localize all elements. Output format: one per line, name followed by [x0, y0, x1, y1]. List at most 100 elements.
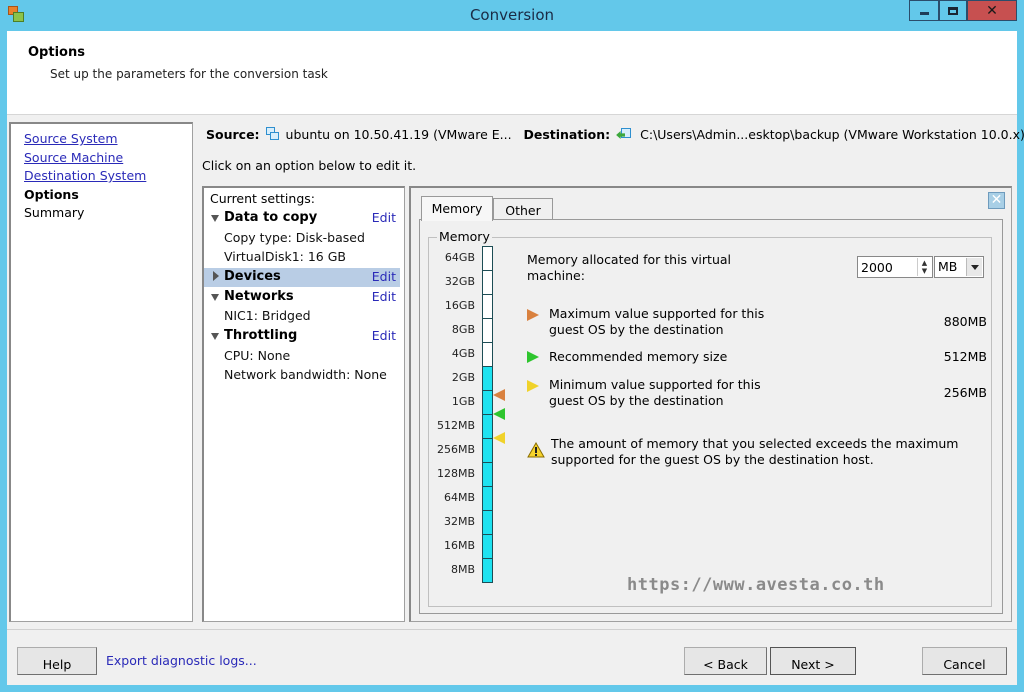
- nav-item-options: Options: [24, 187, 79, 202]
- maximum-marker-icon: [527, 309, 539, 321]
- memory-scale-label: 8GB: [451, 323, 475, 336]
- maximize-icon: [948, 6, 958, 15]
- memory-scale-label: 2GB: [451, 371, 475, 384]
- memory-scale-segment[interactable]: [482, 390, 493, 415]
- memory-size-spinner[interactable]: ▲▼: [857, 256, 933, 278]
- title-bar[interactable]: Conversion ✕: [0, 0, 1024, 31]
- memory-scale-segment[interactable]: [482, 438, 493, 463]
- nav-item-source-machine[interactable]: Source Machine: [24, 150, 123, 165]
- legend-text: Recommended memory size: [549, 349, 728, 364]
- nav-item-source-system[interactable]: Source System: [24, 131, 118, 146]
- memory-scale-label: 64GB: [444, 251, 475, 264]
- memory-scale-label: 256MB: [436, 443, 475, 456]
- source-value: ubuntu on 10.50.41.19 (VMware E...: [285, 127, 512, 142]
- memory-scale-segment[interactable]: [482, 294, 493, 319]
- memory-scale-segment[interactable]: [482, 534, 493, 559]
- expand-triangle-icon[interactable]: [211, 333, 219, 340]
- settings-group-networks[interactable]: Networks Edit: [204, 288, 400, 307]
- memory-tab-content: Memory 64GB 32GB 16GB 8GB 4GB 2GB 1GB 512MB 256M…: [419, 219, 1003, 614]
- memory-scale-segment[interactable]: [482, 486, 493, 511]
- memory-scale-label: 1GB: [451, 395, 475, 408]
- memory-scale-segment[interactable]: [482, 462, 493, 487]
- edit-devices-link[interactable]: Edit: [372, 269, 396, 284]
- memory-scale-segment[interactable]: [482, 510, 493, 535]
- settings-detail-text: VirtualDisk1: 16 GB: [224, 249, 346, 264]
- expand-triangle-icon[interactable]: [211, 294, 219, 301]
- tab-memory[interactable]: Memory: [421, 196, 493, 221]
- settings-detail: Network bandwidth: None: [204, 366, 400, 385]
- legend-value: 880MB: [943, 314, 987, 329]
- settings-detail-text: Network bandwidth: None: [224, 367, 387, 382]
- minimize-button[interactable]: [909, 0, 939, 21]
- memory-scale-segment[interactable]: [482, 318, 493, 343]
- memory-group-label: Memory: [437, 229, 492, 244]
- panel-close-icon[interactable]: ✕: [988, 192, 1005, 209]
- spin-up-down-icon[interactable]: ▲▼: [917, 258, 931, 276]
- spin-arrows-glyph: ▲▼: [921, 259, 928, 275]
- minimum-marker-icon: [493, 432, 505, 444]
- memory-scale-label: 16MB: [443, 539, 475, 552]
- memory-scale-segment[interactable]: [482, 366, 493, 391]
- memory-scale-segment[interactable]: [482, 246, 493, 271]
- current-settings-list: Current settings: Data to copy Edit Copy…: [202, 186, 405, 622]
- memory-scale-segment[interactable]: [482, 558, 493, 583]
- wizard-header: Options Set up the parameters for the co…: [7, 31, 1017, 115]
- nav-item-destination-system[interactable]: Destination System: [24, 168, 146, 183]
- recommended-marker-icon: [527, 351, 539, 363]
- memory-scale-label: 32MB: [443, 515, 475, 528]
- maximize-button[interactable]: [939, 0, 967, 21]
- collapsed-triangle-icon[interactable]: [213, 271, 219, 281]
- settings-group-data-to-copy[interactable]: Data to copy Edit: [204, 209, 400, 228]
- settings-group-label: Throttling: [224, 328, 298, 343]
- settings-group-label: Devices: [224, 269, 281, 284]
- settings-caption-row: Current settings:: [204, 188, 400, 207]
- destination-value: C:\Users\Admin...esktop\backup (VMware W…: [640, 127, 1024, 142]
- memory-size-input[interactable]: [861, 258, 917, 276]
- memory-scale-label: 128MB: [436, 467, 475, 480]
- settings-detail-text: Copy type: Disk-based: [224, 230, 365, 245]
- window-title: Conversion: [469, 6, 555, 24]
- settings-group-label: Data to copy: [224, 210, 318, 225]
- memory-scale-label: 512MB: [436, 419, 475, 432]
- legend-text: Maximum value supported for this guest O…: [549, 306, 765, 337]
- memory-scale-label: 16GB: [444, 299, 475, 312]
- minimum-marker-icon: [527, 380, 539, 392]
- memory-scale-segment[interactable]: [482, 414, 493, 439]
- memory-scale-label: 64MB: [443, 491, 475, 504]
- tab-other[interactable]: Other: [493, 198, 553, 220]
- wizard-steps-nav: Source System Source Machine Destination…: [9, 122, 193, 622]
- memory-group: Memory 64GB 32GB 16GB 8GB 4GB 2GB 1GB 512MB 256M…: [428, 229, 992, 607]
- cancel-button[interactable]: Cancel: [922, 647, 1007, 675]
- export-diagnostic-logs-link[interactable]: Export diagnostic logs...: [106, 653, 257, 668]
- conversion-dialog: Options Set up the parameters for the co…: [7, 31, 1024, 685]
- settings-group-devices[interactable]: Devices Edit: [204, 268, 400, 287]
- page-subtitle: Set up the parameters for the conversion…: [50, 67, 328, 81]
- close-button[interactable]: ✕: [967, 0, 1017, 21]
- edit-data-to-copy-link[interactable]: Edit: [372, 210, 396, 225]
- edit-hint: Click on an option below to edit it.: [202, 158, 417, 173]
- next-button[interactable]: Next >: [770, 647, 856, 675]
- legend-value: 256MB: [943, 385, 987, 400]
- memory-scale-segment[interactable]: [482, 270, 493, 295]
- back-button[interactable]: < Back: [684, 647, 767, 675]
- edit-throttling-link[interactable]: Edit: [372, 328, 396, 343]
- virtual-machine-icon: [265, 127, 280, 141]
- legend-text: Minimum value supported for this guest O…: [549, 377, 761, 408]
- settings-group-throttling[interactable]: Throttling Edit: [204, 327, 400, 346]
- memory-scale-label: 32GB: [444, 275, 475, 288]
- maximum-marker-icon: [493, 389, 505, 402]
- settings-detail-text: NIC1: Bridged: [224, 308, 311, 323]
- source-destination-summary: Source: ubuntu on 10.50.41.19 (VMware E..…: [206, 127, 1024, 142]
- memory-scale-label: 8MB: [450, 563, 475, 576]
- expand-triangle-icon[interactable]: [211, 215, 219, 222]
- page-title: Options: [28, 45, 85, 60]
- settings-detail: CPU: None: [204, 347, 400, 366]
- help-button[interactable]: Help: [17, 647, 97, 675]
- memory-unit-select[interactable]: MB: [934, 256, 984, 278]
- settings-detail: NIC1: Bridged: [204, 307, 400, 326]
- settings-caption: Current settings:: [210, 191, 315, 206]
- memory-scale-segment[interactable]: [482, 342, 493, 367]
- settings-detail-text: CPU: None: [224, 348, 291, 363]
- edit-networks-link[interactable]: Edit: [372, 289, 396, 304]
- chevron-down-icon[interactable]: [966, 258, 982, 276]
